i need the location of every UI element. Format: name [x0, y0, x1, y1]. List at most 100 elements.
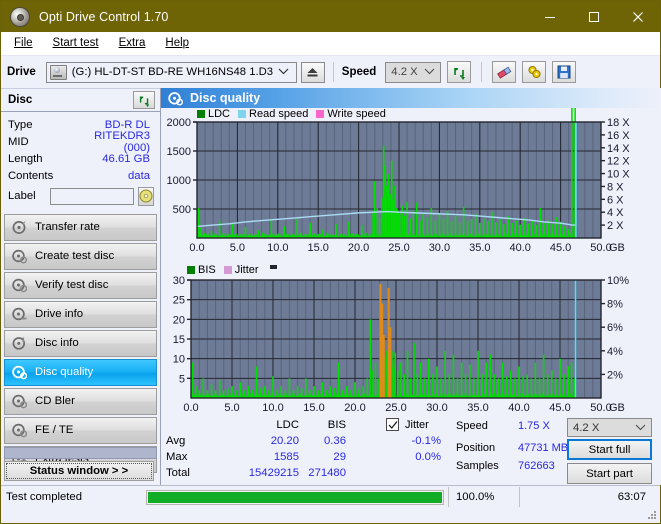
sidebar-item-disc-info[interactable]: Disc info: [4, 330, 157, 357]
sidebar-item-transfer-rate[interactable]: Transfer rate: [4, 214, 157, 241]
elapsed-time: 63:07: [519, 487, 655, 507]
disc-contents-label: Contents: [8, 169, 54, 182]
jitter-checkbox[interactable]: [386, 418, 399, 431]
legend-label-write-speed: Write speed: [327, 108, 386, 120]
disc-contents-value: data: [128, 169, 150, 182]
svg-text:8 X: 8 X: [607, 181, 624, 193]
disc-verify-icon: [12, 278, 27, 293]
drive-label: Drive: [7, 66, 36, 78]
stats-row-label-avg: Avg: [166, 435, 186, 447]
progress-percent: 100.0%: [448, 487, 519, 507]
legend-swatch-jitter: [223, 266, 232, 274]
eject-icon: [307, 67, 318, 76]
samples-readout-label: Samples: [456, 460, 499, 472]
stats-max-bis: 29: [333, 451, 346, 463]
settings-icon: [528, 65, 541, 79]
sidebar-item-drive-info[interactable]: Drive info: [4, 301, 157, 328]
sidebar-item-label: Transfer rate: [35, 220, 100, 233]
menu-help-label: Help: [165, 37, 190, 49]
erase-button[interactable]: [492, 61, 517, 83]
speed-readout: Speed: [456, 420, 488, 432]
status-window-button[interactable]: Status window > >: [4, 461, 154, 481]
svg-text:15.0: 15.0: [303, 402, 324, 414]
application-window: Opti Drive Control 1.70 File Start test …: [0, 0, 661, 524]
disc-label-button[interactable]: [138, 186, 154, 206]
legend-label-ldc: LDC: [208, 108, 231, 120]
sidebar: Disc Type BD-R DL MID RITEKDR3 (000) Len…: [1, 88, 160, 485]
sidebar-item-label: Create test disc: [35, 249, 115, 262]
legend-label-jitter: Jitter: [234, 264, 259, 276]
disc-label-input[interactable]: [50, 187, 134, 205]
disc-info-row-contents: Contents data: [8, 167, 154, 184]
sidebar-filler: [4, 447, 157, 459]
bis-chart-canvas: 5 10 15 20 25 30 2% 4% 6% 8% 10% 0.0 5.0 10.0 15.0 20.0…: [173, 275, 629, 414]
start-part-button[interactable]: Start part: [567, 463, 652, 484]
speed-select-value: 4.2 X: [391, 66, 418, 78]
sidebar-item-verify-test-disc[interactable]: Verify test disc: [4, 272, 157, 299]
jitter-label: Jitter: [405, 418, 429, 431]
speed-select[interactable]: 4.2 X: [385, 61, 442, 83]
menu-file[interactable]: File: [8, 35, 43, 51]
svg-text:5.0: 5.0: [224, 402, 239, 414]
toolbar-divider-2: [481, 62, 483, 82]
sidebar-item-create-test-disc[interactable]: Create test disc: [4, 243, 157, 270]
speed-label: Speed: [341, 66, 377, 78]
chart-marker-icon: [269, 265, 277, 269]
start-full-button[interactable]: Start full: [567, 439, 652, 460]
svg-text:18 X: 18 X: [607, 117, 630, 129]
speed-readout-label: Speed: [456, 420, 488, 432]
stats-table: LDC BIS Avg 20.20 0.36 -0.1% Max 1585 29…: [161, 418, 491, 479]
sidebar-item-label: Disc info: [35, 336, 79, 349]
disc-refresh-button[interactable]: [133, 91, 155, 109]
sidebar-item-label: FE / TE: [35, 423, 74, 436]
drive-toolbar: Drive (G:) HL-DT-ST BD-RE WH16NS48 1.D3 …: [1, 55, 660, 88]
drive-select-value: (G:) HL-DT-ST BD-RE WH16NS48 1.D3: [71, 66, 274, 78]
samples-readout: Samples: [456, 460, 499, 472]
svg-text:8%: 8%: [607, 299, 623, 311]
drive-select[interactable]: (G:) HL-DT-ST BD-RE WH16NS48 1.D3: [45, 61, 297, 83]
body: Disc Type BD-R DL MID RITEKDR3 (000) Len…: [1, 88, 661, 485]
svg-text:5.0: 5.0: [230, 242, 245, 254]
svg-text:1500: 1500: [167, 146, 191, 158]
disc-label-label: Label: [8, 190, 36, 202]
save-button[interactable]: [552, 61, 577, 83]
settings-button[interactable]: [522, 61, 547, 83]
page-title: Disc quality: [190, 91, 261, 105]
menu-file-label: File: [14, 37, 33, 49]
stats-header-bis: BIS: [327, 419, 346, 431]
sidebar-item-fe-te[interactable]: FE / TE: [4, 417, 157, 444]
svg-text:45.0: 45.0: [549, 402, 570, 414]
test-speed-select[interactable]: 4.2 X: [567, 418, 652, 437]
disc-create-icon: [12, 249, 27, 264]
svg-text:35.0: 35.0: [469, 242, 490, 254]
disc-info-icon: [12, 336, 27, 351]
svg-text:14 X: 14 X: [607, 143, 630, 155]
close-icon[interactable]: [616, 1, 660, 32]
menu-start-test-label: Start test: [52, 37, 99, 49]
menu-help[interactable]: Help: [159, 35, 199, 51]
minimize-icon[interactable]: [528, 1, 572, 32]
eject-button[interactable]: [300, 61, 325, 83]
refresh-button[interactable]: [447, 61, 472, 83]
svg-text:10%: 10%: [607, 275, 629, 287]
svg-text:15: 15: [173, 334, 185, 346]
disc-label-row: Label: [8, 185, 154, 207]
sidebar-item-cd-bler[interactable]: CD Bler: [4, 388, 157, 415]
disc-test-icon: [12, 220, 27, 235]
disc-panel-header: Disc: [1, 88, 160, 112]
status-message: Test completed: [6, 491, 82, 503]
sidebar-item-label: Verify test disc: [35, 278, 109, 291]
toolbar-divider-1: [332, 62, 334, 82]
svg-text:10: 10: [173, 354, 185, 366]
sidebar-item-disc-quality[interactable]: Disc quality: [4, 359, 157, 386]
maximize-icon[interactable]: [572, 1, 616, 32]
menu-start-test[interactable]: Start test: [47, 35, 109, 51]
resize-grip-icon[interactable]: [646, 509, 657, 520]
sidebar-item-label: Disc quality: [35, 365, 94, 378]
svg-text:5: 5: [179, 373, 185, 385]
sidebar-item-label: Drive info: [35, 307, 84, 320]
menu-extra[interactable]: Extra: [113, 35, 156, 51]
bis-chart-legend: BIS Jitter: [187, 264, 277, 276]
svg-text:40.0: 40.0: [509, 242, 530, 254]
stats-row-label-max: Max: [166, 451, 188, 463]
